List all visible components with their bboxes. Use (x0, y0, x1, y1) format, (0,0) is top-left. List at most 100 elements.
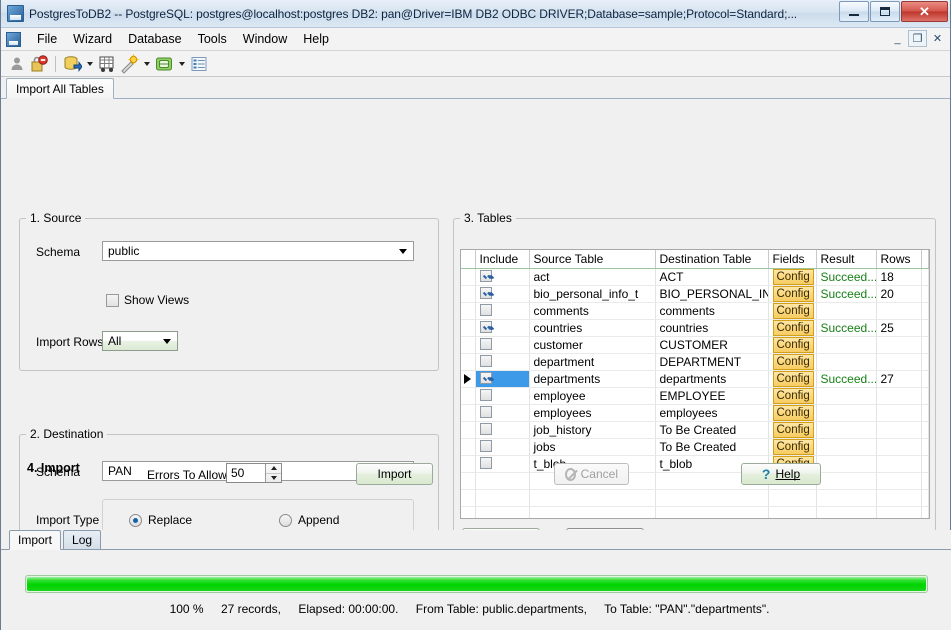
menu-item-window[interactable]: Window (235, 30, 295, 48)
tab-log[interactable]: Log (63, 530, 101, 549)
table-row[interactable]: bio_personal_info_tBIO_PERSONAL_IN...Con… (461, 285, 929, 302)
chevron-down-icon[interactable] (84, 54, 95, 74)
checkbox-checked-icon[interactable] (480, 287, 492, 299)
mdi-app-icon[interactable] (6, 32, 21, 47)
checkbox-checked-icon[interactable] (480, 321, 492, 333)
table-row[interactable]: departmentDEPARTMENTConfig (461, 353, 929, 370)
col-header-rows[interactable]: Rows (876, 250, 921, 268)
mdi-minimize-button[interactable]: _ (888, 30, 907, 47)
menu-item-file[interactable]: File (29, 30, 65, 48)
config-button[interactable]: Config (773, 354, 814, 370)
list-report-icon[interactable] (189, 54, 209, 74)
cell-include[interactable] (475, 353, 529, 370)
close-button[interactable]: ✕ (901, 1, 948, 22)
col-header-destination[interactable]: Destination Table (655, 250, 768, 268)
tab-import-all-tables[interactable]: Import All Tables (6, 78, 114, 99)
stepper-down-icon[interactable] (266, 474, 281, 483)
lock-delete-icon[interactable] (29, 54, 49, 74)
table-row[interactable]: employeeEMPLOYEEConfig (461, 387, 929, 404)
config-button[interactable]: Config (773, 422, 814, 438)
stepper-buttons[interactable] (265, 464, 281, 482)
menu-item-database[interactable]: Database (120, 30, 190, 48)
stepper-up-icon[interactable] (266, 464, 281, 474)
checkbox-unchecked-icon[interactable] (480, 406, 492, 418)
col-header-source[interactable]: Source Table (529, 250, 655, 268)
table-row[interactable]: countriescountriesConfigSucceed...25 (461, 319, 929, 336)
sync-refresh-icon[interactable] (154, 54, 174, 74)
checkbox-unchecked-icon[interactable] (480, 355, 492, 367)
cell-fields[interactable]: Config (768, 336, 816, 353)
col-header-fields[interactable]: Fields (768, 250, 816, 268)
config-button[interactable]: Config (773, 371, 814, 387)
help-button[interactable]: ? Help (741, 463, 821, 485)
checkbox-checked-icon[interactable] (480, 372, 492, 384)
col-header-result[interactable]: Result (816, 250, 876, 268)
cell-fields[interactable]: Config (768, 268, 816, 285)
cell-include[interactable] (475, 319, 529, 336)
table-row[interactable]: job_historyTo Be CreatedConfig (461, 421, 929, 438)
row-handle[interactable] (461, 319, 475, 336)
checkbox-unchecked-icon[interactable] (480, 389, 492, 401)
cell-fields[interactable]: Config (768, 353, 816, 370)
import-button[interactable]: Import (356, 463, 433, 485)
checkbox-unchecked-icon[interactable] (480, 304, 492, 316)
cell-include[interactable] (475, 285, 529, 302)
config-button[interactable]: Config (773, 337, 814, 353)
row-handle[interactable] (461, 421, 475, 438)
row-handle[interactable] (461, 506, 475, 519)
table-row[interactable]: commentscommentsConfig (461, 302, 929, 319)
mdi-close-button[interactable]: ✕ (928, 30, 947, 47)
checkbox-checked-icon[interactable] (480, 270, 492, 282)
show-views-checkbox[interactable]: Show Views (106, 293, 189, 307)
cell-fields[interactable]: Config (768, 302, 816, 319)
cell-include[interactable] (475, 387, 529, 404)
database-import-icon[interactable] (62, 54, 82, 74)
chevron-down-icon[interactable] (141, 54, 152, 74)
cell-include[interactable] (475, 421, 529, 438)
cell-fields[interactable]: Config (768, 370, 816, 387)
config-button[interactable]: Config (773, 269, 814, 285)
menu-item-wizard[interactable]: Wizard (65, 30, 120, 48)
row-handle[interactable] (461, 353, 475, 370)
row-handle[interactable] (461, 285, 475, 302)
cell-fields[interactable]: Config (768, 404, 816, 421)
config-button[interactable]: Config (773, 405, 814, 421)
cell-fields[interactable]: Config (768, 319, 816, 336)
menu-item-help[interactable]: Help (295, 30, 337, 48)
row-handle[interactable] (461, 404, 475, 421)
source-schema-combo[interactable]: public (102, 241, 414, 261)
wizard-wand-icon[interactable] (119, 54, 139, 74)
config-button[interactable]: Config (773, 303, 814, 319)
cell-include[interactable] (475, 370, 529, 387)
row-handle[interactable] (461, 336, 475, 353)
cell-include[interactable] (475, 302, 529, 319)
table-transfer-icon[interactable] (97, 54, 117, 74)
row-handle[interactable] (461, 268, 475, 285)
cell-fields[interactable]: Config (768, 387, 816, 404)
table-row[interactable]: employeesemployeesConfig (461, 404, 929, 421)
mdi-restore-button[interactable]: ❐ (908, 30, 927, 47)
row-handle[interactable] (461, 387, 475, 404)
menu-item-tools[interactable]: Tools (190, 30, 235, 48)
cell-fields[interactable]: Config (768, 421, 816, 438)
config-button[interactable]: Config (773, 320, 814, 336)
row-handle[interactable] (461, 302, 475, 319)
table-row[interactable]: departmentsdepartmentsConfigSucceed...27 (461, 370, 929, 387)
radio-append[interactable]: Append (279, 513, 339, 527)
import-rows-combo[interactable]: All (102, 331, 178, 351)
maximize-button[interactable] (870, 1, 900, 22)
tab-import[interactable]: Import (9, 530, 61, 550)
cell-include[interactable] (475, 404, 529, 421)
user-icon[interactable] (7, 54, 27, 74)
config-button[interactable]: Config (773, 286, 814, 302)
table-row[interactable]: customerCUSTOMERConfig (461, 336, 929, 353)
cell-include[interactable] (475, 268, 529, 285)
chevron-down-icon[interactable] (176, 54, 187, 74)
checkbox-unchecked-icon[interactable] (480, 423, 492, 435)
cell-include[interactable] (475, 336, 529, 353)
checkbox-unchecked-icon[interactable] (480, 338, 492, 350)
table-row[interactable]: actACTConfigSucceed...18 (461, 268, 929, 285)
cell-fields[interactable]: Config (768, 285, 816, 302)
col-header-include[interactable]: Include (475, 250, 529, 268)
config-button[interactable]: Config (773, 388, 814, 404)
